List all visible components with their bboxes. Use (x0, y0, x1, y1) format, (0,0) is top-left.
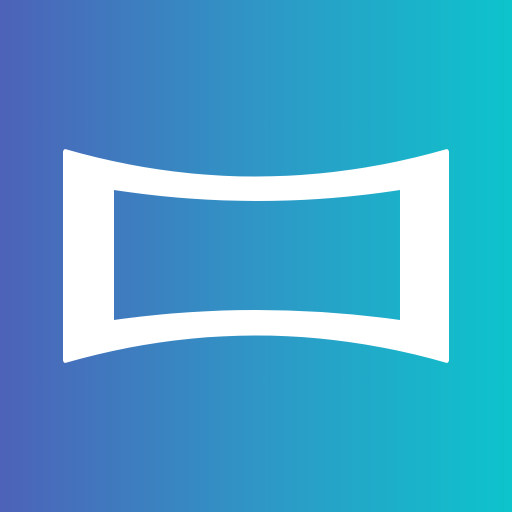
panorama-icon (63, 149, 449, 363)
app-icon[interactable] (0, 0, 512, 512)
